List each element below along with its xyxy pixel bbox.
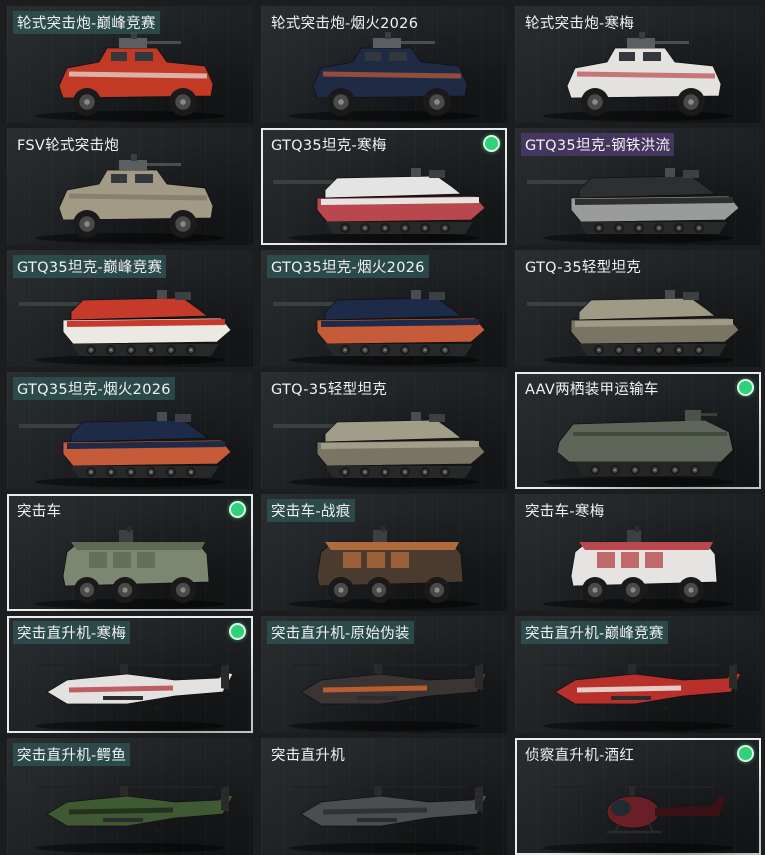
wheeled-assault-gun-icon (289, 32, 479, 121)
wheeled-assault-gun-icon (35, 154, 225, 243)
vehicle-skin-label: 突击直升机 (271, 748, 345, 764)
amphibious-icon (543, 410, 734, 487)
assault-vehicle-icon (289, 526, 479, 609)
helicopter-icon (289, 664, 488, 731)
tank-icon (527, 290, 740, 365)
vehicle-skin-label: 轮式突击炮-寒梅 (525, 16, 635, 32)
vehicle-skin-card[interactable]: 突击直升机 (261, 738, 507, 855)
vehicle-skin-label: GTQ35坦克-钢铁洪流 (521, 133, 675, 156)
vehicle-skin-label: GTQ35坦克-烟火2026 (267, 255, 429, 278)
vehicle-skin-card[interactable]: 突击直升机-原始伪装 (261, 616, 507, 733)
vehicle-skin-card[interactable]: 突击车 (7, 494, 253, 611)
tank-icon (527, 168, 740, 243)
vehicle-skin-label: GTQ-35轻型坦克 (271, 382, 388, 398)
vehicle-skin-card[interactable]: GTQ35坦克-寒梅 (261, 128, 507, 245)
vehicle-skin-card[interactable]: 突击直升机-鳄鱼 (7, 738, 253, 855)
equipped-indicator-icon (483, 135, 500, 152)
vehicle-skin-card[interactable]: GTQ35坦克-烟火2026 (261, 250, 507, 367)
vehicle-skin-card[interactable]: GTQ35坦克-巅峰竞赛 (7, 250, 253, 367)
vehicle-skin-label: 突击直升机-原始伪装 (267, 621, 414, 644)
vehicle-skin-label: 轮式突击炮-巅峰竞赛 (13, 11, 160, 34)
tank-icon (19, 290, 232, 365)
wheeled-assault-gun-icon (543, 32, 733, 121)
vehicle-skin-label: 突击车-寒梅 (525, 504, 605, 520)
vehicle-skin-label: 轮式突击炮-烟火2026 (271, 16, 419, 32)
vehicle-skin-card[interactable]: GTQ-35轻型坦克 (261, 372, 507, 489)
wheeled-assault-gun-icon (35, 32, 225, 121)
vehicle-skin-card[interactable]: GTQ35坦克-烟火2026 (7, 372, 253, 489)
vehicle-skin-label: 突击车 (17, 504, 62, 520)
vehicle-skin-card[interactable]: 突击直升机-巅峰竞赛 (515, 616, 761, 733)
equipped-indicator-icon (737, 379, 754, 396)
vehicle-skin-card[interactable]: 侦察直升机-酒红 (515, 738, 761, 855)
helicopter-icon (35, 664, 234, 731)
vehicle-skin-label: GTQ35坦克-烟火2026 (13, 377, 175, 400)
helicopter-icon (543, 664, 742, 731)
vehicle-skin-label: 侦察直升机-酒红 (525, 748, 635, 764)
vehicle-skin-card[interactable]: 突击车-寒梅 (515, 494, 761, 611)
tank-icon (273, 290, 486, 365)
vehicle-skin-card[interactable]: GTQ35坦克-钢铁洪流 (515, 128, 761, 245)
vehicle-skin-card[interactable]: AAV两栖装甲运输车 (515, 372, 761, 489)
vehicle-skin-card[interactable]: GTQ-35轻型坦克 (515, 250, 761, 367)
vehicle-skin-card[interactable]: 轮式突击炮-寒梅 (515, 6, 761, 123)
tank-icon (19, 412, 232, 487)
helicopter-icon (35, 786, 234, 853)
vehicle-skin-label: AAV两栖装甲运输车 (525, 382, 659, 398)
equipped-indicator-icon (737, 745, 754, 762)
assault-vehicle-icon (35, 526, 225, 609)
vehicle-skin-label: GTQ35坦克-巅峰竞赛 (13, 255, 167, 278)
vehicle-skin-card[interactable]: 突击车-战痕 (261, 494, 507, 611)
equipped-indicator-icon (229, 501, 246, 518)
equipped-indicator-icon (229, 623, 246, 640)
scout-helicopter-icon (543, 786, 733, 853)
tank-icon (273, 168, 486, 243)
vehicle-skin-label: 突击直升机-巅峰竞赛 (521, 621, 668, 644)
vehicle-skin-label: GTQ35坦克-寒梅 (271, 138, 387, 154)
vehicle-skin-label: FSV轮式突击炮 (17, 138, 120, 154)
vehicle-skin-grid: 轮式突击炮-巅峰竞赛 轮式突击炮-烟火2026 轮式突击炮-寒梅 FSV轮式突击炮 GT… (0, 0, 765, 855)
helicopter-icon (289, 786, 488, 853)
tank-icon (273, 412, 486, 487)
assault-vehicle-icon (543, 526, 733, 609)
vehicle-skin-label: GTQ-35轻型坦克 (525, 260, 642, 276)
vehicle-skin-label: 突击直升机-鳄鱼 (13, 743, 131, 766)
vehicle-skin-label: 突击直升机-寒梅 (13, 621, 131, 644)
vehicle-skin-card[interactable]: 突击直升机-寒梅 (7, 616, 253, 733)
vehicle-skin-card[interactable]: 轮式突击炮-巅峰竞赛 (7, 6, 253, 123)
vehicle-skin-card[interactable]: 轮式突击炮-烟火2026 (261, 6, 507, 123)
vehicle-skin-card[interactable]: FSV轮式突击炮 (7, 128, 253, 245)
vehicle-skin-label: 突击车-战痕 (267, 499, 355, 522)
